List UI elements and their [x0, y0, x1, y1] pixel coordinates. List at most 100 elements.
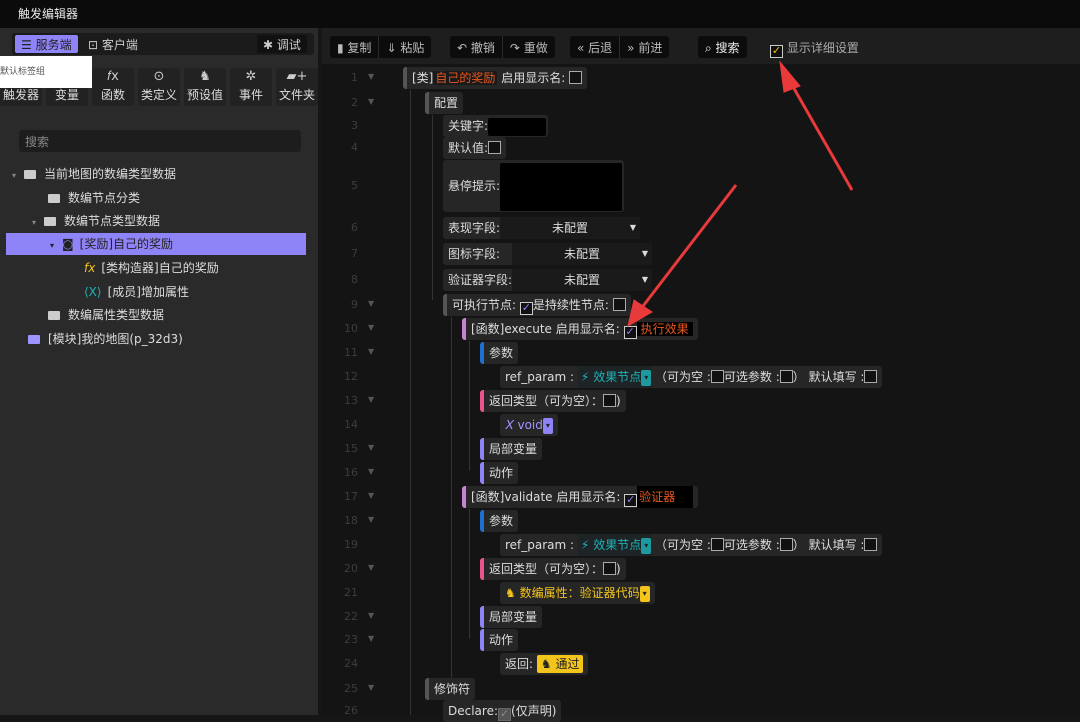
label: 启用显示名:	[501, 71, 566, 85]
paste-button[interactable]: ⇓ 粘贴	[378, 36, 431, 58]
icon-field-select[interactable]: 未配置 ▼	[512, 243, 653, 265]
copy-button[interactable]: ▮ 复制	[330, 36, 378, 58]
fold-toggle-icon[interactable]: ▼	[368, 395, 374, 404]
fold-toggle-icon[interactable]: ▼	[368, 97, 374, 106]
default-row: 默认值:	[443, 137, 507, 159]
function-icon: 𝑓x	[107, 69, 119, 84]
checkbox-checked[interactable]: ✓	[770, 45, 783, 58]
config-row[interactable]: 配置	[425, 92, 464, 114]
fold-toggle-icon[interactable]: ▼	[368, 515, 374, 524]
line-number: 19	[344, 538, 358, 551]
line-number: 5	[351, 179, 358, 192]
select-value: 未配置	[564, 247, 601, 261]
fold-toggle-icon[interactable]: ▼	[368, 72, 374, 81]
tree-item[interactable]: 数编属性类型数据	[48, 304, 164, 326]
tree-item-selected[interactable]: ▾ ◙ [奖励]自己的奖励	[6, 233, 306, 255]
actions-row[interactable]: 动作	[480, 629, 519, 651]
return-type-row: 返回类型（可为空）：)	[480, 558, 626, 580]
actions-row[interactable]: 动作	[480, 462, 519, 484]
param-name: ref_param :	[505, 538, 575, 552]
line-number: 11	[344, 346, 358, 359]
show-details-toggle[interactable]: ✓ 显示详细设置	[770, 39, 859, 58]
class-name-input[interactable]: 自己的奖励	[433, 71, 498, 85]
line-number: 15	[344, 442, 358, 455]
tree-item[interactable]: ⟨X⟩ [成员]增加属性	[84, 281, 189, 303]
executable-row: 可执行节点: ✓ 是持续性节点:	[443, 294, 631, 316]
keyword-input[interactable]	[488, 117, 547, 136]
label: ）	[792, 538, 805, 552]
pass-value[interactable]: ♞ 通过	[536, 655, 584, 673]
tool-label: 变量	[54, 88, 79, 102]
checkbox[interactable]	[710, 370, 724, 383]
checkbox[interactable]	[612, 298, 626, 311]
fold-toggle-icon[interactable]: ▼	[368, 634, 374, 643]
debug-button[interactable]: ✱ 调试	[257, 35, 307, 53]
tool-preset[interactable]: ♞ 预设值	[184, 68, 226, 106]
fold-toggle-icon[interactable]: ▼	[368, 299, 374, 308]
label: (仅声明)	[511, 704, 557, 718]
fold-toggle-icon[interactable]: ▼	[368, 323, 374, 332]
checkbox[interactable]	[864, 370, 878, 383]
keyword-label: 关键字:	[448, 119, 489, 133]
checkbox-checked[interactable]: ✓	[623, 326, 637, 339]
line-number: 14	[344, 418, 358, 431]
void-type-select[interactable]: 𝛸 void ▾	[500, 414, 558, 436]
tree-item[interactable]: ▾ 数编节点类型数据	[32, 210, 160, 232]
checkbox-checked[interactable]: ✓	[519, 302, 533, 315]
checkbox[interactable]	[603, 394, 617, 407]
caret-icon: ▾	[32, 218, 37, 227]
tool-class[interactable]: ⊙ 类定义	[138, 68, 180, 106]
hover-input[interactable]	[500, 162, 623, 211]
locals-row[interactable]: 局部变量	[480, 438, 543, 460]
fold-toggle-icon[interactable]: ▼	[368, 443, 374, 452]
search-input[interactable]: 搜索	[19, 130, 301, 152]
tree-item[interactable]: 数编节点分类	[48, 187, 140, 209]
fold-toggle-icon[interactable]: ▼	[368, 347, 374, 356]
class-row: [类] 自己的奖励 启用显示名:	[403, 67, 588, 89]
param-type-select[interactable]: ⚡ 效果节点 ▾	[577, 534, 652, 556]
tree-item[interactable]: [模块]我的地图(p_32d3)	[28, 328, 183, 350]
tool-folder[interactable]: ▰+ 文件夹	[276, 68, 318, 106]
tool-label: 预设值	[186, 88, 223, 102]
forward-button[interactable]: » 前进	[619, 36, 669, 58]
back-button[interactable]: « 后退	[570, 36, 619, 58]
line-number: 13	[344, 394, 358, 407]
params-row[interactable]: 参数	[480, 342, 519, 364]
redo-button[interactable]: ↷ 重做	[501, 36, 555, 58]
display-name-input[interactable]: 执行效果	[636, 322, 693, 336]
undo-button[interactable]: ↶ 撤销	[450, 36, 502, 58]
fold-toggle-icon[interactable]: ▼	[368, 563, 374, 572]
checkbox[interactable]	[603, 562, 617, 575]
function-validate-row: [函数]validate 启用显示名: ✓ 验证器	[462, 486, 699, 508]
checkbox-checked[interactable]: ✓	[624, 494, 638, 507]
function-label: [函数]validate 启用显示名:	[471, 490, 621, 504]
fold-toggle-icon[interactable]: ▼	[368, 683, 374, 692]
checkbox[interactable]	[864, 538, 878, 551]
fold-toggle-icon[interactable]: ▼	[368, 491, 374, 500]
modifiers-row[interactable]: 修饰符	[425, 678, 476, 700]
return-type-select[interactable]: ♞ 数编属性：验证器代码 ▾	[500, 582, 655, 604]
checkbox[interactable]	[569, 71, 583, 84]
tool-function[interactable]: 𝑓x 函数	[92, 68, 134, 106]
tree-item[interactable]: fx [类构造器]自己的奖励	[84, 257, 219, 279]
checkbox[interactable]	[779, 370, 793, 383]
checkbox[interactable]	[710, 538, 724, 551]
locals-row[interactable]: 局部变量	[480, 606, 543, 628]
show-details-label: 显示详细设置	[786, 41, 859, 55]
params-row[interactable]: 参数	[480, 510, 519, 532]
checkbox[interactable]	[488, 141, 502, 154]
tool-event[interactable]: ✲ 事件	[230, 68, 272, 106]
tab-client[interactable]: ⊡ 客户端	[82, 35, 144, 53]
fold-toggle-icon[interactable]: ▼	[368, 467, 374, 476]
checkbox[interactable]	[779, 538, 793, 551]
fold-toggle-icon[interactable]: ▼	[368, 611, 374, 620]
tab-server[interactable]: ☰ 服务端	[15, 35, 78, 53]
search-button[interactable]: ⌕ 搜索	[698, 36, 747, 58]
display-field-select[interactable]: 未配置 ▼	[500, 217, 641, 239]
display-name-input[interactable]: 验证器	[637, 486, 694, 508]
tree-item[interactable]: ▾ 当前地图的数编类型数据	[12, 163, 176, 185]
validator-field-select[interactable]: 未配置 ▼	[512, 269, 653, 291]
param-type-select[interactable]: ⚡ 效果节点 ▾	[577, 366, 652, 388]
label: ）	[792, 370, 805, 384]
line-number: 23	[344, 633, 358, 646]
